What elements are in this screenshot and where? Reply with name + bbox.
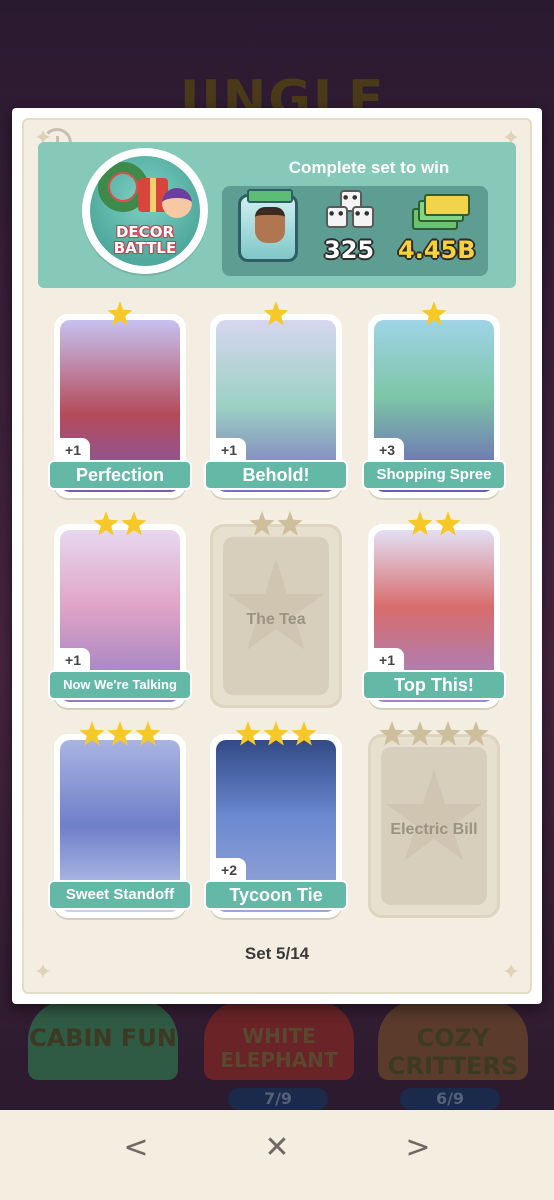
character-icon — [162, 188, 192, 218]
star-rating — [378, 720, 490, 750]
duplicate-count: +1 — [56, 438, 90, 462]
sticker-label: The Tea — [246, 611, 306, 628]
star-rating — [78, 720, 162, 750]
reward-panel: 325 4.45B — [222, 186, 488, 276]
character-jar-icon — [238, 189, 298, 262]
star-rating — [262, 300, 290, 330]
badge-art: DECOR BATTLE — [90, 156, 200, 266]
star-icon — [93, 511, 119, 536]
jar-character — [255, 207, 285, 243]
sticker-label: Behold! — [204, 460, 348, 490]
star-icon — [435, 721, 461, 746]
star-rating — [106, 300, 134, 330]
locked-sticker-art: Electric Bill — [381, 747, 487, 905]
set-badge: DECOR BATTLE — [82, 148, 208, 274]
badge-title-line2: BATTLE — [113, 239, 177, 257]
sticker-label: Shopping Spree — [362, 460, 506, 490]
star-icon — [107, 721, 133, 746]
duplicate-count: +1 — [370, 648, 404, 672]
star-icon — [291, 721, 317, 746]
star-icon — [249, 511, 275, 536]
star-icon — [379, 721, 405, 746]
star-icon — [263, 301, 289, 326]
star-icon — [277, 511, 303, 536]
star-rating — [406, 510, 462, 540]
background-progress: 7/9 — [228, 1088, 328, 1110]
background-progress: 6/9 — [400, 1088, 500, 1110]
cash-reward: 4.45B — [398, 236, 476, 264]
sticker-card-electric-bill-locked[interactable]: Electric Bill — [368, 734, 500, 918]
star-icon — [263, 721, 289, 746]
sticker-card-tycoon-tie[interactable]: +2 Tycoon Tie — [204, 734, 348, 918]
star-icon — [79, 721, 105, 746]
sticker-label: Perfection — [48, 460, 192, 490]
background-set-tiles: CABIN FUN WHITE ELEPHANT COZY CRITTERS 7… — [0, 1000, 554, 1110]
duplicate-count: +1 — [56, 648, 90, 672]
sticker-label: Now We're Talking — [48, 670, 192, 700]
close-button[interactable]: ✕ — [257, 1128, 297, 1168]
star-icon — [135, 721, 161, 746]
locked-star-icon — [386, 769, 482, 860]
star-rating — [234, 720, 318, 750]
locked-sticker-art: The Tea — [223, 537, 329, 695]
sticker-card-behold[interactable]: +1 Behold! — [204, 314, 348, 498]
star-icon — [421, 301, 447, 326]
dice-icon — [326, 190, 378, 238]
locked-star-icon — [228, 559, 324, 650]
star-icon — [107, 301, 133, 326]
star-icon — [407, 511, 433, 536]
sticker-label: Top This! — [362, 670, 506, 700]
sticker-card-top-this[interactable]: +1 Top This! — [362, 524, 506, 708]
star-icon — [435, 511, 461, 536]
star-icon — [463, 721, 489, 746]
star-rating — [92, 510, 148, 540]
sticker-card-sweet-standoff[interactable]: Sweet Standoff — [48, 734, 192, 918]
badge-title-line1: DECOR — [115, 223, 174, 241]
star-rating — [248, 510, 304, 540]
duplicate-count: +3 — [370, 438, 404, 462]
sticker-card-the-tea-locked[interactable]: The Tea — [210, 524, 342, 708]
sticker-card-shopping-spree[interactable]: +3 Shopping Spree — [362, 314, 506, 498]
duplicate-count: +1 — [212, 438, 246, 462]
background-tile-cabin-fun: CABIN FUN — [28, 1000, 178, 1080]
sticker-label: Sweet Standoff — [48, 880, 192, 910]
duplicate-count: +2 — [212, 858, 246, 882]
background-tile-white-elephant: WHITE ELEPHANT — [204, 1000, 354, 1080]
star-icon — [235, 721, 261, 746]
badge-title: DECOR BATTLE — [102, 224, 188, 256]
background-tile-cozy-critters: COZY CRITTERS — [378, 1000, 528, 1080]
set-progress-label: Set 5/14 — [244, 944, 310, 963]
next-set-button[interactable]: > — [398, 1128, 438, 1168]
sticker-label: Tycoon Tie — [204, 880, 348, 910]
header-title: Complete set to win — [288, 158, 450, 177]
star-icon — [407, 721, 433, 746]
sticker-label: Electric Bill — [390, 821, 478, 838]
sticker-card-now-were-talking[interactable]: +1 Now We're Talking — [48, 524, 192, 708]
star-rating — [420, 300, 448, 330]
dice-reward: 325 — [324, 236, 375, 264]
sticker-card-perfection[interactable]: +1 Perfection — [48, 314, 192, 498]
cash-icon — [408, 194, 470, 230]
previous-set-button[interactable]: < — [116, 1128, 156, 1168]
star-icon — [121, 511, 147, 536]
